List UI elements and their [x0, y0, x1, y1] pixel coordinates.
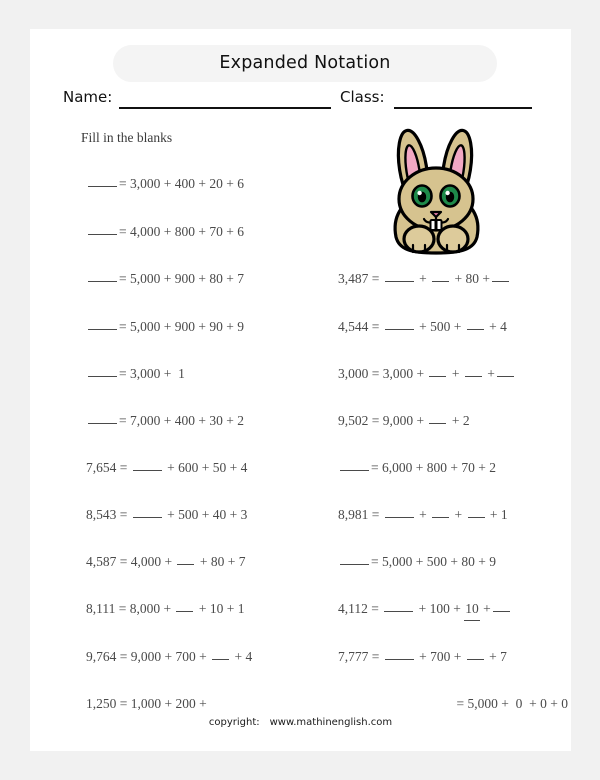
expression-text: + 500 + 40 + 3 — [163, 507, 248, 522]
answer-blank[interactable] — [466, 648, 484, 660]
answer-blank[interactable] — [384, 270, 414, 282]
answer-blank[interactable] — [467, 506, 485, 518]
answer-blank[interactable] — [132, 459, 162, 471]
expression-text: + — [415, 507, 431, 522]
problem-row-left-1: = 3,000 + 400 + 20 + 6 — [86, 173, 336, 195]
problem-row-right-8: 4,112 = + 100 + 10 + — [338, 598, 568, 621]
expression-text: 8,981 = — [338, 507, 383, 522]
problem-row-left-11: 9,764 = 9,000 + 700 + + 4 — [86, 646, 336, 668]
expression-text: = 3,000 + 1 — [119, 366, 185, 381]
answer-blank[interactable] — [491, 270, 509, 282]
expression-text: + 2 — [448, 413, 470, 428]
expression-text: 3,000 = 3,000 + — [338, 366, 428, 381]
expression-text: + 4 — [485, 319, 507, 334]
expression-text: 4,587 = 4,000 + — [86, 554, 176, 569]
problem-row-right-4: 9,502 = 9,000 + + 2 — [338, 410, 568, 432]
worksheet-page: Expanded Notation Name: Class: Fill in t… — [30, 29, 571, 751]
problem-row-right-6: 8,981 = + + + 1 — [338, 504, 568, 526]
expression-text: + 4 — [231, 649, 253, 664]
answer-blank[interactable] — [88, 412, 117, 424]
expression-text: = 5,000 + 900 + 80 + 7 — [119, 271, 244, 286]
expression-text: + 100 + — [415, 601, 465, 616]
expression-text: 4,112 = — [338, 601, 383, 616]
expression-text: + 10 + 1 — [195, 601, 245, 616]
underlined-number: 10 — [464, 598, 480, 621]
answer-blank[interactable] — [88, 270, 117, 282]
expression-text: = 5,000 + 900 + 90 + 9 — [119, 319, 244, 334]
answer-blank[interactable] — [496, 365, 514, 377]
expression-text: + 500 + — [415, 319, 465, 334]
answer-blank[interactable] — [340, 553, 369, 565]
expression-text: 7,777 = — [338, 649, 383, 664]
copyright-label: copyright: — [208, 717, 260, 728]
problem-row-right-9: 7,777 = + 700 + + 7 — [338, 646, 568, 668]
expression-text: = 5,000 + 0 + 0 + 0 — [456, 696, 568, 711]
problem-row-left-8: 8,543 = + 500 + 40 + 3 — [86, 504, 336, 526]
answer-blank[interactable] — [340, 459, 369, 471]
expression-text: 8,543 = — [86, 507, 131, 522]
expression-text: 7,654 = — [86, 460, 131, 475]
answer-blank[interactable] — [429, 365, 447, 377]
problem-row-right-2: 4,544 = + 500 + + 4 — [338, 316, 568, 338]
answer-blank[interactable] — [384, 600, 414, 612]
expression-text: = 4,000 + 800 + 70 + 6 — [119, 224, 244, 239]
expression-text: + 600 + 50 + 4 — [163, 460, 248, 475]
problem-row-left-2: = 4,000 + 800 + 70 + 6 — [86, 221, 336, 243]
answer-blank[interactable] — [384, 506, 414, 518]
expression-text: + 7 — [485, 649, 507, 664]
expression-text: + 700 + — [415, 649, 465, 664]
answer-blank[interactable] — [88, 223, 117, 235]
footer-copyright: copyright: www.mathinenglish.com — [30, 717, 571, 728]
problem-row-right-3: 3,000 = 3,000 + + + — [338, 363, 568, 385]
expression-text: + 1 — [486, 507, 508, 522]
answer-blank[interactable] — [132, 506, 162, 518]
answer-blank[interactable] — [88, 365, 117, 377]
expression-text: 3,487 = — [338, 271, 383, 286]
problem-row-left-4: = 5,000 + 900 + 90 + 9 — [86, 316, 336, 338]
problem-row-right-7: = 5,000 + 500 + 80 + 9 — [338, 551, 568, 573]
expression-text: + 80 + — [451, 271, 490, 286]
expression-text: + — [479, 601, 491, 616]
answer-blank[interactable] — [432, 270, 450, 282]
problem-row-right-10: = 5,000 + 0 + 0 + 0 — [338, 693, 568, 715]
expression-text: + — [483, 366, 495, 381]
expression-text: + 80 + 7 — [196, 554, 246, 569]
answer-blank[interactable] — [464, 365, 482, 377]
website-url: www.mathinenglish.com — [269, 717, 393, 728]
expression-text: 9,502 = 9,000 + — [338, 413, 428, 428]
expression-text: + — [451, 507, 466, 522]
expression-text: + — [448, 366, 463, 381]
problem-row-left-10: 8,111 = 8,000 + + 10 + 1 — [86, 598, 336, 620]
problem-row-left-6: = 7,000 + 400 + 30 + 2 — [86, 410, 336, 432]
expression-text: 1,250 = 1,000 + 200 + — [86, 696, 207, 711]
answer-blank[interactable] — [384, 318, 414, 330]
expression-text: = 5,000 + 500 + 80 + 9 — [371, 554, 496, 569]
expression-text: + — [415, 271, 431, 286]
answer-blank[interactable] — [88, 318, 117, 330]
expression-text: 4,544 = — [338, 319, 383, 334]
answer-blank[interactable] — [432, 506, 450, 518]
problem-row-left-7: 7,654 = + 600 + 50 + 4 — [86, 457, 336, 479]
problem-grid: = 3,000 + 400 + 20 + 6 = 4,000 + 800 + 70… — [30, 29, 571, 751]
expression-text: 9,764 = 9,000 + 700 + — [86, 649, 211, 664]
expression-text: 8,111 = 8,000 + — [86, 601, 175, 616]
problem-row-left-9: 4,587 = 4,000 + + 80 + 7 — [86, 551, 336, 573]
answer-blank[interactable] — [212, 648, 230, 660]
answer-blank[interactable] — [429, 412, 447, 424]
answer-blank[interactable] — [176, 600, 194, 612]
answer-blank[interactable] — [177, 553, 195, 565]
answer-blank[interactable] — [88, 175, 117, 187]
answer-blank[interactable] — [466, 318, 484, 330]
expression-text: = 3,000 + 400 + 20 + 6 — [119, 176, 244, 191]
problem-row-left-5: = 3,000 + 1 — [86, 363, 336, 385]
expression-text: = 6,000 + 800 + 70 + 2 — [371, 460, 496, 475]
problem-row-left-3: = 5,000 + 900 + 80 + 7 — [86, 268, 336, 290]
problem-row-right-1: 3,487 = + + 80 + — [338, 268, 568, 290]
problem-row-right-5: = 6,000 + 800 + 70 + 2 — [338, 457, 568, 479]
problem-row-left-12: 1,250 = 1,000 + 200 + — [86, 693, 336, 715]
answer-blank[interactable] — [384, 648, 414, 660]
expression-text: = 7,000 + 400 + 30 + 2 — [119, 413, 244, 428]
answer-blank[interactable] — [492, 600, 510, 612]
